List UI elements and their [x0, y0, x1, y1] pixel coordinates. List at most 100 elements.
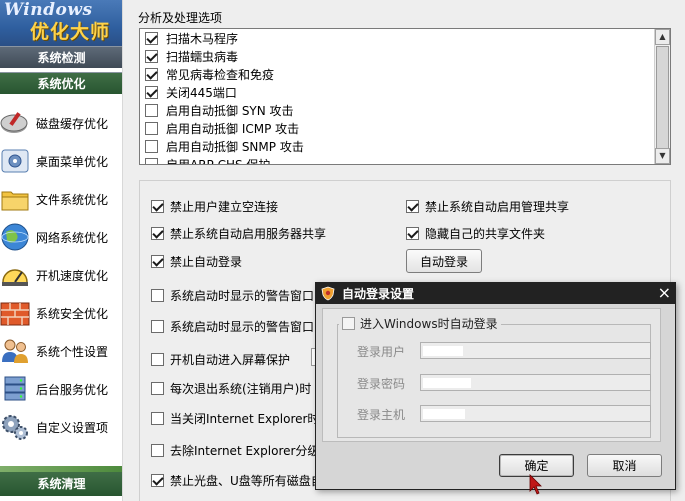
- checkbox[interactable]: [145, 85, 158, 99]
- list-item-label: 关闭445端口: [166, 85, 237, 100]
- checkbox[interactable]: [151, 411, 164, 425]
- section-system-clean[interactable]: 系统清理: [0, 472, 122, 496]
- option-startup-warning-2[interactable]: 系统启动时显示的警告窗口: [151, 317, 314, 335]
- login-host-field[interactable]: [420, 405, 651, 422]
- sidebar-item-personalize[interactable]: 系统个性设置: [0, 332, 122, 370]
- list-scrollbar[interactable]: ▲ ▼: [654, 29, 670, 164]
- section-system-check[interactable]: 系统检测: [0, 46, 122, 68]
- app-logo: Windows 优化大师: [0, 0, 122, 46]
- option-label: 每次退出系统(注销用户)时: [170, 381, 312, 396]
- checkbox[interactable]: [406, 199, 419, 213]
- auto-login-group: 登录用户 登录密码 登录主机: [337, 324, 651, 438]
- scroll-thumb[interactable]: [656, 46, 669, 150]
- option-label: 禁止用户建立空连接: [170, 199, 279, 214]
- option-startup-warning-1[interactable]: 系统启动时显示的警告窗口:: [151, 286, 318, 304]
- list-item-label: 启用自动抵御 ICMP 攻击: [166, 121, 300, 136]
- option-label: 隐藏自己的共享文件夹: [425, 226, 546, 241]
- globe-icon: [1, 223, 29, 251]
- option-auto-screensaver[interactable]: 开机自动进入屏幕保护: [151, 350, 290, 368]
- section-system-optimize[interactable]: 系统优化: [0, 72, 122, 94]
- checkbox[interactable]: [342, 317, 355, 330]
- sidebar-item-network[interactable]: 网络系统优化: [0, 218, 122, 256]
- checkbox[interactable]: [151, 226, 164, 240]
- login-password-label: 登录密码: [357, 377, 406, 391]
- option-forbid-server-share[interactable]: 禁止系统自动启用服务器共享: [151, 224, 326, 242]
- masked-value: [423, 409, 465, 419]
- users-icon: [2, 339, 28, 363]
- server-icon: [4, 376, 26, 401]
- firewall-brick-icon: [0, 302, 30, 326]
- auto-login-dialog: 自动登录设置 × 登录用户 登录密码 登录主机 进入Windows时自动登录 确…: [315, 282, 676, 490]
- option-label: 当关闭Internet Explorer时: [170, 411, 320, 426]
- checkbox[interactable]: [151, 254, 164, 268]
- sidebar-item-label: 自定义设置项: [36, 420, 109, 435]
- checkbox[interactable]: [145, 67, 158, 81]
- option-logout-each-time[interactable]: 每次退出系统(注销用户)时: [151, 379, 311, 397]
- option-hide-shared-folders[interactable]: 隐藏自己的共享文件夹: [406, 224, 545, 242]
- login-user-label: 登录用户: [357, 345, 406, 359]
- option-forbid-empty-connection[interactable]: 禁止用户建立空连接: [151, 197, 278, 215]
- list-item[interactable]: 扫描木马程序: [145, 29, 238, 47]
- sidebar-item-label: 系统安全优化: [36, 306, 109, 321]
- sidebar-item-desktop-menu[interactable]: 桌面菜单优化: [0, 142, 122, 180]
- list-item[interactable]: 启用自动抵御 SYN 攻击: [145, 101, 294, 119]
- checkbox[interactable]: [145, 139, 158, 153]
- option-label: 禁止自动登录: [170, 254, 243, 269]
- checkbox[interactable]: [151, 473, 164, 487]
- analysis-options-list[interactable]: 扫描木马程序 扫描蠕虫病毒 常见病毒检查和免疫 关闭445端口 启用自动抵御 S…: [139, 28, 671, 165]
- option-remove-ie-rating[interactable]: 去除Internet Explorer分级: [151, 441, 319, 459]
- checkbox[interactable]: [151, 381, 164, 395]
- checkbox[interactable]: [151, 443, 164, 457]
- option-forbid-disc-usb-autorun[interactable]: 禁止光盘、U盘等所有磁盘自: [151, 471, 323, 489]
- list-item[interactable]: 常见病毒检查和免疫: [145, 65, 274, 83]
- auto-login-button[interactable]: 自动登录: [406, 249, 482, 273]
- option-label: 系统启动时显示的警告窗口: [170, 319, 315, 334]
- sidebar-item-disk-cache[interactable]: 磁盘缓存优化: [0, 104, 122, 142]
- masked-value: [423, 378, 471, 388]
- list-item-label: 常见病毒检查和免疫: [166, 67, 275, 82]
- mouse-cursor-icon: [529, 474, 542, 495]
- list-item[interactable]: 启用ARP CHS 保护: [145, 155, 270, 164]
- sidebar-item-file-system[interactable]: 文件系统优化: [0, 180, 122, 218]
- list-item[interactable]: 启用自动抵御 SNMP 攻击: [145, 137, 304, 155]
- list-item[interactable]: 关闭445端口: [145, 83, 237, 101]
- option-close-ie[interactable]: 当关闭Internet Explorer时: [151, 409, 319, 427]
- checkbox[interactable]: [151, 199, 164, 213]
- list-item-label: 启用自动抵御 SNMP 攻击: [166, 139, 304, 154]
- checkbox[interactable]: [145, 31, 158, 45]
- scroll-up-icon[interactable]: ▲: [655, 29, 670, 45]
- login-password-field[interactable]: [420, 374, 651, 391]
- enter-windows-auto-login-option[interactable]: 进入Windows时自动登录: [339, 315, 501, 332]
- dialog-titlebar[interactable]: 自动登录设置 ×: [316, 283, 675, 304]
- sidebar-item-custom-settings[interactable]: 自定义设置项: [0, 408, 122, 446]
- option-label: 系统启动时显示的警告窗口:: [170, 288, 319, 303]
- checkbox[interactable]: [406, 226, 419, 240]
- checkbox[interactable]: [145, 157, 158, 164]
- login-host-label: 登录主机: [357, 408, 406, 422]
- list-item[interactable]: 扫描蠕虫病毒: [145, 47, 238, 65]
- checkbox[interactable]: [145, 103, 158, 117]
- logo-title: 优化大师: [30, 21, 111, 43]
- sidebar-item-security[interactable]: 系统安全优化: [0, 294, 122, 332]
- close-icon[interactable]: ×: [658, 283, 671, 303]
- option-forbid-auto-login[interactable]: 禁止自动登录: [151, 252, 242, 270]
- scroll-down-icon[interactable]: ▼: [655, 148, 670, 164]
- sidebar-item-background-services[interactable]: 后台服务优化: [0, 370, 122, 408]
- checkbox[interactable]: [151, 319, 164, 333]
- list-item[interactable]: 启用自动抵御 ICMP 攻击: [145, 119, 299, 137]
- sidebar-item-label: 开机速度优化: [36, 268, 109, 283]
- sidebar-item-label: 系统个性设置: [36, 344, 109, 359]
- checkbox[interactable]: [145, 121, 158, 135]
- checkbox[interactable]: [151, 352, 164, 366]
- login-user-field[interactable]: [420, 342, 651, 359]
- dialog-title: 自动登录设置: [342, 287, 415, 301]
- option-label: 禁止光盘、U盘等所有磁盘自: [170, 473, 323, 488]
- sidebar-item-boot-speed[interactable]: 开机速度优化: [0, 256, 122, 294]
- checkbox[interactable]: [145, 49, 158, 63]
- cancel-button[interactable]: 取消: [587, 454, 662, 477]
- checkbox[interactable]: [151, 288, 164, 302]
- analysis-options-title: 分析及处理选项: [138, 11, 223, 25]
- option-forbid-admin-share[interactable]: 禁止系统自动启用管理共享: [406, 197, 569, 215]
- key-shield-icon: [321, 286, 335, 301]
- list-item-label: 扫描木马程序: [166, 31, 239, 46]
